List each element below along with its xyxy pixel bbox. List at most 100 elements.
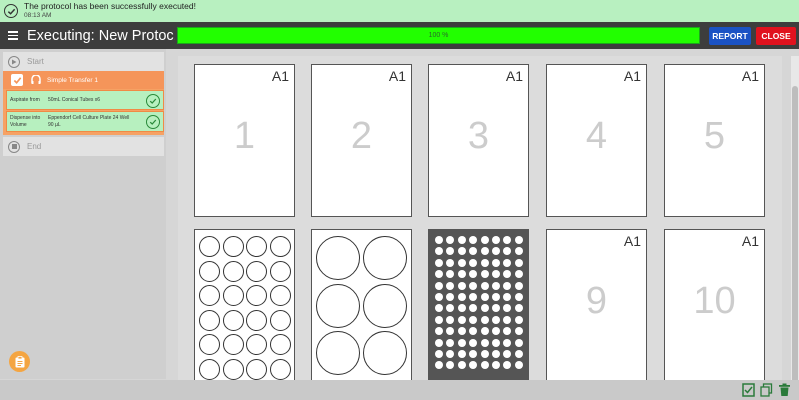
well [222, 334, 244, 355]
labware-plate-24-well[interactable] [194, 229, 295, 380]
well [480, 293, 489, 301]
well [446, 236, 455, 244]
aspirate-key: Aspirate from [10, 96, 40, 103]
well [457, 350, 466, 358]
clipboard-fab[interactable] [9, 351, 30, 372]
notification-time: 08:13 AM [24, 12, 52, 19]
slot-position-label: A1 [741, 233, 759, 249]
well [469, 247, 478, 256]
well [514, 350, 523, 358]
well [435, 270, 443, 279]
dispense-row[interactable]: Dispense into Volume Eppendorf Cell Cult… [6, 111, 164, 132]
slot-number: 2 [350, 115, 373, 157]
well [316, 283, 360, 328]
deck-slot-5[interactable]: A1 5 [664, 64, 765, 217]
well [469, 281, 478, 290]
slot-position-label: A1 [505, 68, 523, 84]
well [503, 327, 512, 336]
well [246, 236, 267, 257]
play-icon [8, 55, 20, 68]
deck-scrollbar[interactable] [791, 56, 799, 386]
report-button[interactable]: REPORT [709, 27, 751, 45]
transfer-icon [31, 75, 41, 84]
deck-slot-2[interactable]: A1 2 [311, 64, 412, 217]
step-simple-transfer[interactable]: Simple Transfer 1 Aspirate from 50mL Con… [3, 71, 164, 135]
deck-slot-4[interactable]: A1 4 [546, 64, 647, 217]
well [492, 270, 500, 279]
well [503, 258, 512, 267]
well [503, 304, 512, 313]
copy-icon[interactable] [760, 383, 773, 397]
well [514, 304, 523, 313]
well [269, 334, 291, 355]
well [435, 258, 443, 267]
well [469, 315, 478, 324]
well [246, 260, 267, 282]
well [457, 258, 466, 267]
slot-position-label: A1 [623, 68, 641, 84]
well [457, 304, 466, 313]
well [457, 361, 466, 370]
well [514, 293, 523, 301]
deck-slot-1[interactable]: A1 1 [194, 64, 295, 217]
well [269, 285, 291, 306]
well [503, 293, 512, 301]
well [457, 270, 466, 279]
deck-slot-3[interactable]: A1 3 [428, 64, 529, 217]
well [435, 350, 443, 358]
well [446, 258, 455, 267]
close-button[interactable]: CLOSE [756, 27, 796, 45]
well [514, 327, 523, 336]
slot-position-label: A1 [271, 68, 289, 84]
well [492, 327, 500, 336]
labware-plate-96-well[interactable] [428, 229, 529, 380]
dispense-keys: Dispense into Volume [7, 115, 48, 129]
well [514, 315, 523, 324]
step-end[interactable]: End [3, 137, 164, 156]
aspirate-row[interactable]: Aspirate from 50mL Conical Tubes x6 [6, 90, 164, 110]
well [492, 236, 500, 244]
hamburger-menu-icon[interactable] [2, 22, 24, 49]
well [469, 361, 478, 370]
step-start[interactable]: Start [3, 52, 164, 71]
well [469, 293, 478, 301]
well [480, 304, 489, 313]
well [469, 270, 478, 279]
well [246, 334, 267, 355]
well [480, 361, 489, 370]
well [363, 236, 407, 280]
well [480, 258, 489, 267]
well [446, 315, 455, 324]
well [269, 309, 291, 331]
checkbox-checked-icon[interactable] [11, 74, 23, 86]
slot-number: 5 [703, 115, 726, 157]
deck-slot-9[interactable]: A1 9 [546, 229, 647, 380]
well [435, 304, 443, 313]
slot-number: 3 [467, 115, 490, 157]
trash-icon[interactable] [778, 383, 791, 397]
step-start-label: Start [27, 57, 44, 66]
well [503, 247, 512, 256]
dispense-key: Dispense into [10, 114, 41, 121]
well [457, 236, 466, 244]
well [446, 361, 455, 370]
well [514, 338, 523, 347]
well [514, 236, 523, 244]
bottom-toolbar [0, 380, 799, 400]
labware-plate-6-well[interactable] [311, 229, 412, 380]
well [469, 350, 478, 358]
well [503, 350, 512, 358]
well [514, 247, 523, 256]
well [199, 358, 220, 380]
well [503, 361, 512, 370]
well [480, 350, 489, 358]
scrollbar-thumb[interactable] [792, 86, 798, 386]
transfer-title: Simple Transfer 1 [47, 76, 98, 84]
well [435, 247, 443, 256]
well [514, 258, 523, 267]
slot-position-label: A1 [741, 68, 759, 84]
deck-slot-10[interactable]: A1 10 [664, 229, 765, 380]
well [469, 338, 478, 347]
slot-number: 4 [585, 115, 608, 157]
checklist-icon[interactable] [742, 383, 755, 397]
